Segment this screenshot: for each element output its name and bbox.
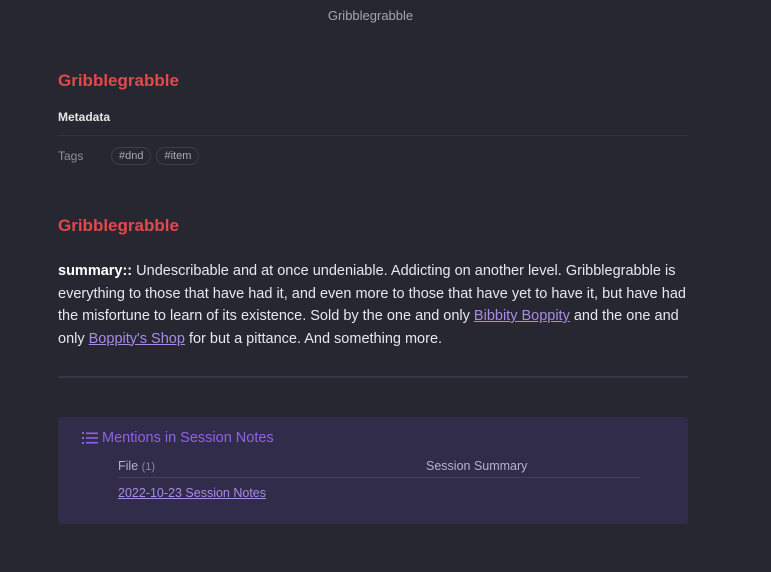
list-icon: [82, 432, 98, 444]
link-boppitys-shop[interactable]: Boppity's Shop: [89, 331, 185, 347]
metadata-divider: [58, 135, 688, 136]
tags-row: Tags #dnd #item: [58, 145, 204, 167]
tag-dnd[interactable]: #dnd: [111, 147, 152, 165]
tags-key: Tags: [58, 149, 84, 163]
metadata-label: Metadata: [58, 110, 111, 124]
column-file-label: File: [118, 459, 139, 473]
column-header-session-summary[interactable]: Session Summary: [426, 459, 527, 473]
file-cell: 2022-10-23 Session Notes: [118, 486, 426, 500]
column-header-file[interactable]: File (1): [118, 459, 426, 473]
tag-item[interactable]: #item: [156, 147, 200, 165]
summary-paragraph: summary:: Undescribable and at once unde…: [58, 260, 688, 350]
session-notes-link[interactable]: 2022-10-23 Session Notes: [118, 486, 266, 500]
table-row: 2022-10-23 Session Notes: [118, 478, 640, 508]
mentions-panel: Mentions in Session Notes File (1) Sessi…: [58, 417, 688, 524]
mentions-title: Mentions in Session Notes: [102, 430, 274, 446]
summary-text-3: for but a pittance. And something more.: [184, 330, 443, 347]
section-heading: Gribblegrabble: [58, 216, 179, 235]
mentions-table: File (1) Session Summary 2022-10-23 Sess…: [118, 455, 640, 508]
window-title: Gribblegrabble: [327, 8, 414, 23]
table-header-row: File (1) Session Summary: [118, 455, 640, 478]
note-title: Gribblegrabble: [58, 71, 179, 90]
summary-key: summary::: [58, 263, 133, 279]
file-count: (1): [141, 461, 156, 473]
link-bibbity-boppity[interactable]: Bibbity Boppity: [474, 308, 570, 324]
mentions-header: Mentions in Session Notes: [82, 430, 274, 446]
section-divider: [58, 376, 688, 378]
